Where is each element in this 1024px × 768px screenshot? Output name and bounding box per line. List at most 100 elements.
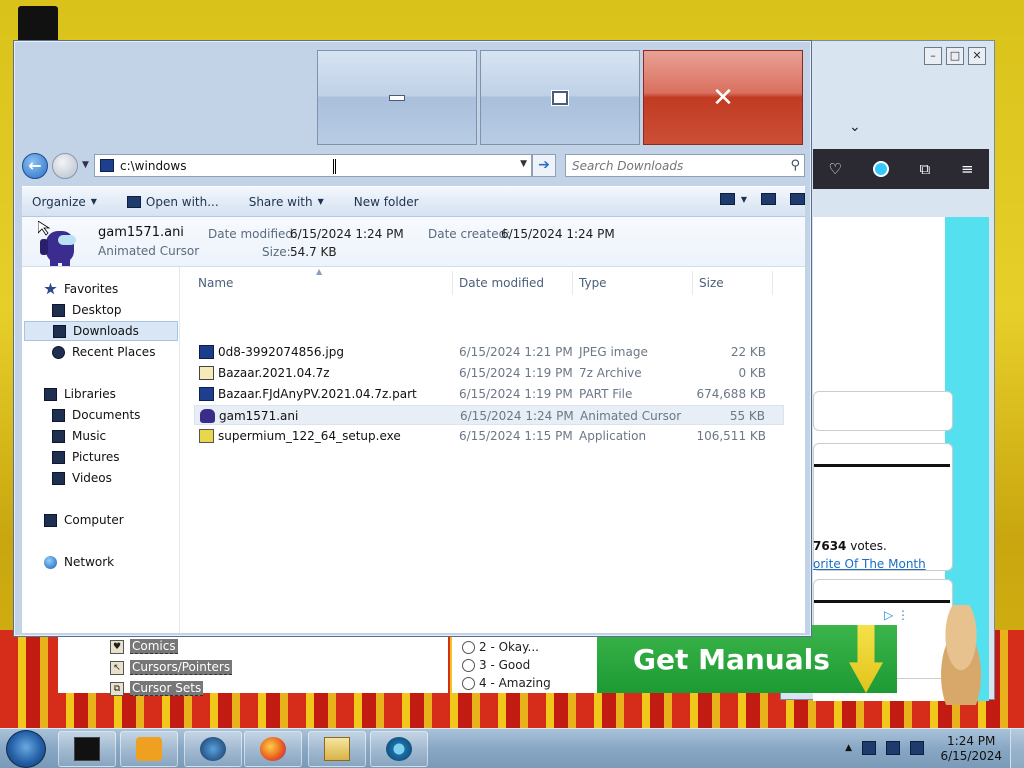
browser-window-controls: – □ ✕ (924, 47, 986, 65)
taskbar-app-firefox[interactable] (244, 731, 302, 767)
site-link-comics[interactable]: ♥ Comics (110, 636, 232, 657)
browser-minimize-button[interactable]: – (924, 47, 942, 65)
nav-music[interactable]: Music (52, 426, 106, 446)
nav-downloads[interactable]: Downloads (24, 321, 178, 341)
column-divider[interactable] (692, 271, 693, 295)
share-with-button[interactable]: Share with ▼ (249, 195, 324, 209)
poll-option[interactable]: 2 - Okay... (462, 638, 587, 656)
search-box[interactable]: ⚲ (565, 154, 805, 177)
change-view-icon[interactable] (719, 193, 735, 205)
show-desktop-button[interactable] (1010, 729, 1024, 768)
cursor-icon (200, 409, 215, 423)
chevron-down-icon[interactable]: ⌄ (849, 119, 861, 135)
search-input[interactable] (566, 158, 776, 173)
ad-choices-icon[interactable]: ▷ ⋮ (884, 608, 909, 622)
videos-icon (52, 471, 65, 485)
column-divider[interactable] (772, 271, 773, 295)
pocket-icon[interactable]: ♡ (828, 160, 841, 178)
radio-button[interactable] (462, 640, 475, 654)
site-link-cursors[interactable]: ↖ Cursors/Pointers (110, 657, 233, 678)
maximize-icon (551, 89, 569, 106)
selected-file-type: Animated Cursor (98, 244, 200, 258)
taskbar-app-explorer[interactable] (308, 731, 366, 767)
downloads-icon (53, 324, 66, 338)
file-row[interactable]: Bazaar.2021.04.7z 6/15/2024 1:19 PM 7z A… (194, 363, 784, 383)
image-icon (199, 345, 214, 359)
details-pane: gam1571.ani Animated Cursor Date modifie… (22, 217, 805, 267)
tray-network-icon[interactable] (886, 741, 900, 755)
address-bar[interactable]: ▼ (94, 154, 532, 177)
extensions-icon[interactable]: ⧉ (919, 160, 930, 178)
nav-desktop[interactable]: Desktop (52, 300, 122, 320)
address-input[interactable] (120, 155, 510, 176)
file-row[interactable]: gam1571.ani 6/15/2024 1:24 PM Animated C… (194, 405, 784, 425)
nav-recent-places[interactable]: Recent Places (52, 342, 155, 362)
date-modified-value: 6/15/2024 1:24 PM (290, 227, 404, 241)
taskbar-app-media-player[interactable] (120, 731, 178, 767)
view-options-dropdown[interactable]: ▼ (741, 195, 747, 204)
column-divider[interactable] (452, 271, 453, 295)
tray-volume-icon[interactable] (910, 741, 924, 755)
menu-icon[interactable]: ≡ (961, 160, 974, 178)
start-button[interactable] (6, 730, 46, 768)
browser-maximize-button[interactable]: □ (946, 47, 964, 65)
minimize-button[interactable] (317, 50, 477, 145)
poll-option[interactable]: 4 - Amazing (462, 674, 587, 692)
account-icon[interactable] (872, 161, 889, 177)
file-row[interactable]: 0d8-3992074856.jpg 6/15/2024 1:21 PM JPE… (194, 342, 784, 362)
recent-pages-dropdown[interactable]: ▼ (82, 160, 89, 170)
nav-favorites[interactable]: Favorites (44, 279, 118, 299)
close-button[interactable]: ✕ (643, 50, 803, 145)
taskbar: ▲ 1:24 PM 6/15/2024 (0, 728, 1024, 768)
cursor-category-icon: ↖ (110, 660, 124, 675)
search-icon[interactable]: ⚲ (790, 158, 800, 173)
show-hidden-icons[interactable]: ▲ (845, 743, 852, 753)
maximize-button[interactable] (480, 50, 640, 145)
nav-computer[interactable]: Computer (44, 510, 124, 530)
back-button[interactable]: ← (22, 153, 48, 179)
explorer-window: ✕ ← ▼ ▼ ➔ ⚲ Organize▼ Open with... Share… (13, 40, 812, 637)
new-folder-button[interactable]: New folder (354, 195, 419, 209)
taskbar-app-browser[interactable] (184, 731, 242, 767)
forward-button[interactable] (52, 153, 78, 179)
column-header-name[interactable]: Name (198, 276, 233, 290)
taskbar-app-chrome-alt[interactable] (370, 731, 428, 767)
terminal-icon (74, 737, 100, 761)
column-header-date-modified[interactable]: Date modified (459, 276, 544, 290)
file-row[interactable]: supermium_122_64_setup.exe 6/15/2024 1:1… (194, 426, 784, 446)
tray-app-icon[interactable] (862, 741, 876, 755)
file-row[interactable]: Bazaar.FJdAnyPV.2021.04.7z.part 6/15/202… (194, 384, 784, 404)
column-header-type[interactable]: Type (579, 276, 607, 290)
preview-pane-icon[interactable] (761, 193, 776, 205)
organize-button[interactable]: Organize ▼ (32, 195, 97, 209)
nav-videos[interactable]: Videos (52, 468, 112, 488)
site-category-links: ♥ Comics ↖ Cursors/Pointers ⧉ Cursor Set… (110, 636, 233, 699)
browser-toolbar: ♡ ⧉ ≡ (813, 149, 989, 189)
radio-button[interactable] (462, 676, 475, 690)
radio-button[interactable] (462, 658, 475, 672)
poll-option[interactable]: 3 - Good (462, 656, 587, 674)
nav-libraries[interactable]: Libraries (44, 384, 116, 404)
taskbar-app-terminal[interactable] (58, 731, 116, 767)
taskbar-clock[interactable]: 1:24 PM 6/15/2024 (940, 734, 1002, 764)
go-button[interactable]: ➔ (532, 154, 556, 177)
media-player-icon (136, 737, 162, 761)
nav-pictures[interactable]: Pictures (52, 447, 120, 467)
browser-close-button[interactable]: ✕ (968, 47, 986, 65)
nav-documents[interactable]: Documents (52, 405, 140, 425)
size-label: Size: (262, 245, 291, 259)
favorite-of-month-link[interactable]: orite Of The Month (813, 557, 926, 571)
column-header-size[interactable]: Size (699, 276, 724, 290)
system-tray: ▲ (845, 741, 924, 755)
comics-icon: ♥ (110, 639, 124, 654)
address-dropdown-icon[interactable]: ▼ (520, 159, 527, 169)
nav-network[interactable]: Network (44, 552, 114, 572)
cursor-sets-icon: ⧉ (110, 681, 124, 696)
text-cursor-icon (333, 159, 336, 174)
help-icon[interactable] (790, 193, 805, 205)
column-divider[interactable] (572, 271, 573, 295)
site-link-cursor-sets[interactable]: ⧉ Cursor Sets (110, 678, 232, 699)
open-with-button[interactable]: Open with... (126, 195, 219, 209)
window-caption-buttons: ✕ (317, 50, 803, 145)
view-controls: ▼ (719, 193, 805, 205)
